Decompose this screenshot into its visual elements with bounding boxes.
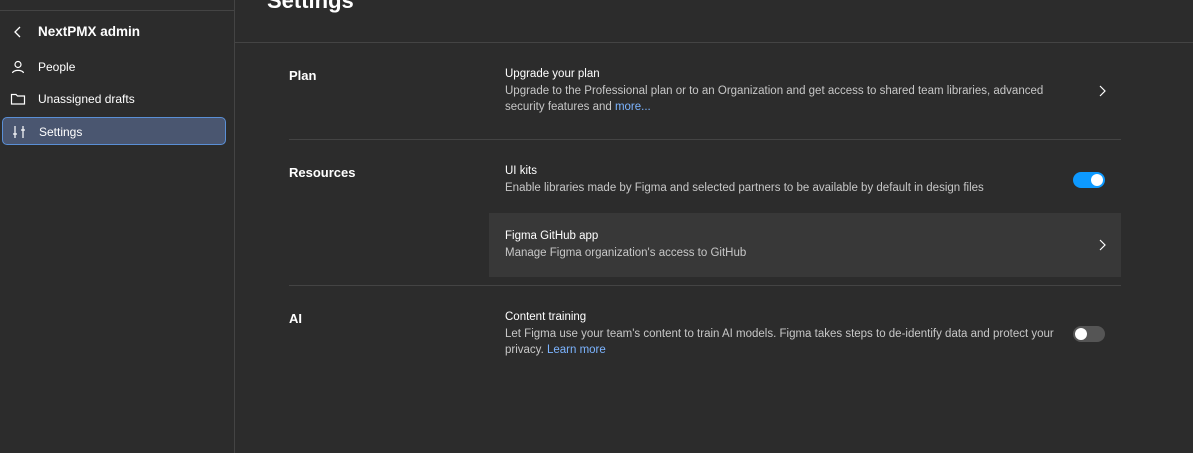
section-title-ai: AI bbox=[289, 311, 302, 326]
ui-kits-description: Enable libraries made by Figma and selec… bbox=[505, 182, 984, 194]
divider bbox=[235, 42, 1193, 43]
chevron-right-icon[interactable] bbox=[1097, 84, 1107, 98]
sidebar-item-settings[interactable]: Settings bbox=[2, 117, 226, 145]
content-training-description: Let Figma use your team's content to tra… bbox=[505, 326, 1060, 358]
sidebar-item-label: Unassigned drafts bbox=[38, 92, 135, 106]
toggle-knob bbox=[1075, 328, 1087, 340]
org-name: NextPMX admin bbox=[38, 24, 141, 39]
sidebar-header: NextPMX admin bbox=[0, 20, 234, 44]
sidebar-item-people[interactable]: People bbox=[2, 53, 226, 81]
github-app-description: Manage Figma organization's access to Gi… bbox=[505, 247, 747, 259]
sliders-icon bbox=[13, 126, 25, 138]
ui-kits-title: UI kits bbox=[505, 165, 537, 177]
content-training-toggle[interactable] bbox=[1073, 326, 1105, 342]
content-training-title: Content training bbox=[505, 311, 587, 323]
divider bbox=[289, 139, 1121, 140]
chevron-right-icon[interactable] bbox=[1097, 238, 1107, 252]
divider bbox=[0, 10, 234, 11]
sidebar-item-label: Settings bbox=[39, 125, 83, 139]
sidebar: NextPMX admin People Unassigned drafts S… bbox=[0, 0, 235, 453]
main-content: Settings Plan Upgrade your plan Upgrade … bbox=[235, 0, 1193, 453]
toggle-knob bbox=[1091, 174, 1103, 186]
person-icon bbox=[11, 60, 25, 74]
more-link[interactable]: more... bbox=[615, 101, 651, 113]
ui-kits-toggle[interactable] bbox=[1073, 172, 1105, 188]
section-title-resources: Resources bbox=[289, 165, 356, 180]
sidebar-item-unassigned-drafts[interactable]: Unassigned drafts bbox=[2, 85, 226, 113]
upgrade-plan-text: Upgrade to the Professional plan or to a… bbox=[505, 85, 1044, 113]
page-title: Settings bbox=[267, 0, 354, 13]
folder-icon bbox=[10, 93, 26, 105]
upgrade-plan-description: Upgrade to the Professional plan or to a… bbox=[505, 83, 1065, 115]
github-app-title: Figma GitHub app bbox=[505, 230, 599, 242]
divider bbox=[289, 285, 1121, 286]
chevron-left-icon[interactable] bbox=[10, 24, 26, 40]
section-title-plan: Plan bbox=[289, 68, 317, 83]
upgrade-plan-title: Upgrade your plan bbox=[505, 68, 600, 80]
learn-more-link[interactable]: Learn more bbox=[547, 344, 606, 356]
sidebar-item-label: People bbox=[38, 60, 76, 74]
